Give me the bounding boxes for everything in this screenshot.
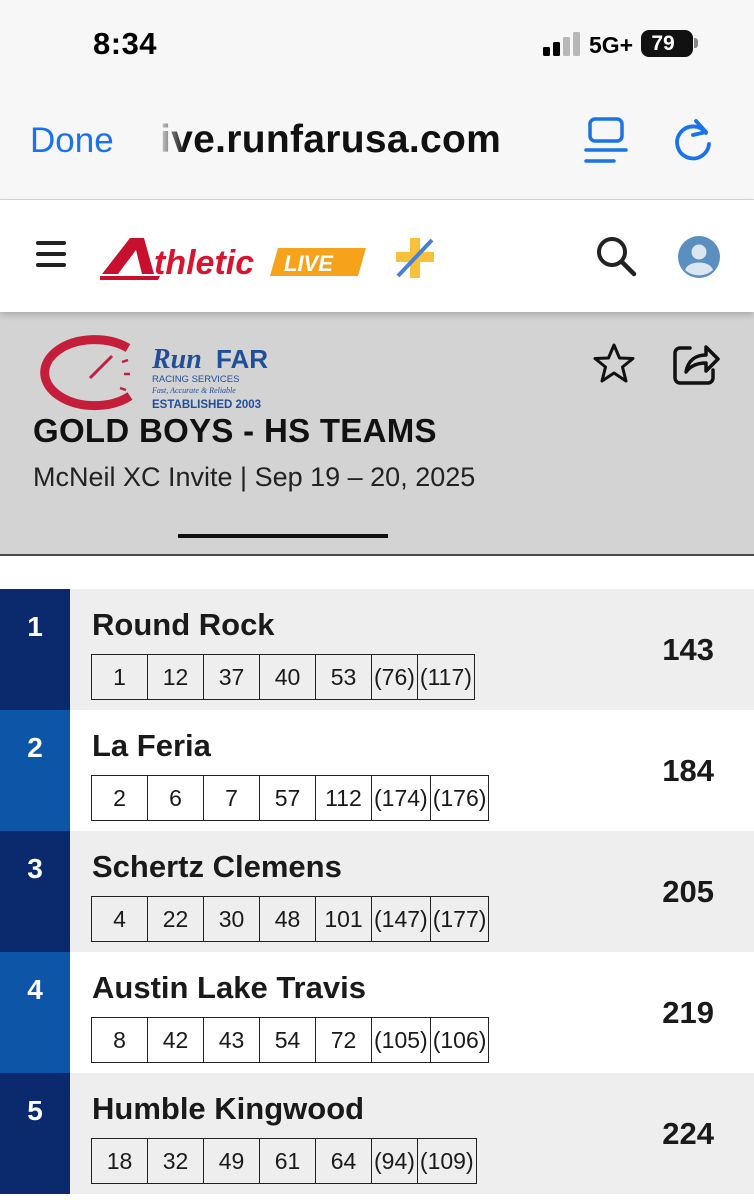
scorer-place: 57 <box>260 776 316 820</box>
team-scorers: 1 12 37 40 53 (76) (117) <box>91 654 475 700</box>
scorer-place: (176) <box>432 785 487 811</box>
scorer-place: 4 <box>92 897 148 941</box>
runfar-motto: Fast, Accurate & Reliable <box>151 386 236 395</box>
team-scorers: 8 42 43 54 72 (105) (106) <box>91 1017 490 1063</box>
logo-wordmark: thletic <box>154 244 254 282</box>
scorer-place: 64 <box>316 1139 372 1183</box>
network-type: 5G+ <box>589 32 634 58</box>
team-rank: 5 <box>0 1073 70 1194</box>
team-rank: 3 <box>0 831 70 952</box>
scorer-place: 8 <box>92 1018 148 1062</box>
team-rank: 2 <box>0 710 70 831</box>
tab-indicator <box>178 534 388 538</box>
scorer-place: 7 <box>204 776 260 820</box>
battery-nub <box>694 38 698 48</box>
team-name[interactable]: Austin Lake Travis <box>92 970 366 1006</box>
scorer-place: 72 <box>316 1018 372 1062</box>
scorer-place: 53 <box>316 655 372 699</box>
scorer-place: (117) <box>419 664 472 690</box>
team-name[interactable]: Schertz Clemens <box>92 849 342 885</box>
team-score: 205 <box>662 874 714 909</box>
browser-toolbar: Done ive.runfarusa.com <box>0 88 754 200</box>
team-scorers: 4 22 30 48 101 (147) (177) <box>91 896 490 942</box>
reload-icon[interactable] <box>670 118 716 164</box>
scorer-place: 49 <box>204 1139 260 1183</box>
runfar-established: ESTABLISHED 2003 <box>152 399 261 411</box>
team-scorers: 2 6 7 57 112 (174) (176) <box>91 775 490 821</box>
scorer-place: 48 <box>260 897 316 941</box>
scorer-place: 22 <box>148 897 204 941</box>
team-rank: 1 <box>0 589 70 710</box>
team-row[interactable]: 1 Round Rock 1 12 37 40 53 (76) (117) 143 <box>0 589 754 710</box>
scorer-place: 101 <box>316 897 372 941</box>
meet-subtitle: McNeil XC Invite | Sep 19 – 20, 2025 <box>33 462 476 492</box>
cellular-signal-icon <box>543 32 583 56</box>
athletic-live-logo[interactable]: thletic LIVE <box>100 232 370 282</box>
scorer-place: 54 <box>260 1018 316 1062</box>
scorer-place: (105) <box>372 1018 431 1062</box>
scorer-place: 37 <box>204 655 260 699</box>
team-scorers: 18 32 49 61 64 (94) (109) <box>91 1138 477 1184</box>
team-results-list: 1 Round Rock 1 12 37 40 53 (76) (117) 143 2 La Feri… <box>0 589 754 1194</box>
scorer-place: (174) <box>372 776 431 820</box>
battery-icon: 79 <box>641 30 693 57</box>
url-address[interactable]: ive.runfarusa.com <box>160 118 501 162</box>
team-row[interactable]: 5 Humble Kingwood 18 32 49 61 64 (94) (109) 224 <box>0 1073 754 1194</box>
scorer-place: 1 <box>92 655 148 699</box>
meet-banner: Run FAR RACING SERVICES Fast, Accurate &… <box>0 312 754 556</box>
scorer-place: 18 <box>92 1139 148 1183</box>
scorer-place: (94) <box>372 1139 418 1183</box>
scorer-place: (106) <box>432 1027 487 1053</box>
user-avatar-icon[interactable] <box>678 236 720 278</box>
scorer-place: 43 <box>204 1018 260 1062</box>
star-icon[interactable] <box>592 342 636 386</box>
scorer-place: 6 <box>148 776 204 820</box>
runfar-run: Run <box>151 344 202 375</box>
scorer-place: (76) <box>372 655 418 699</box>
team-row[interactable]: 2 La Feria 2 6 7 57 112 (174) (176) 184 <box>0 710 754 831</box>
team-rank: 4 <box>0 952 70 1073</box>
status-time: 8:34 <box>93 26 158 61</box>
scorer-place: 42 <box>148 1018 204 1062</box>
scorer-place: 32 <box>148 1139 204 1183</box>
done-button[interactable]: Done <box>30 121 114 161</box>
scorer-place: 2 <box>92 776 148 820</box>
team-score: 224 <box>662 1116 714 1151</box>
battery-level: 79 <box>651 32 675 55</box>
scorer-place: (177) <box>432 906 487 932</box>
runfar-tagline: RACING SERVICES <box>152 374 239 385</box>
team-row[interactable]: 3 Schertz Clemens 4 22 30 48 101 (147) (177) 205 <box>0 831 754 952</box>
event-title: GOLD BOYS - HS TEAMS <box>33 412 437 449</box>
scorer-place: (147) <box>372 897 431 941</box>
scorer-place: (109) <box>419 1148 474 1174</box>
team-score: 143 <box>662 632 714 667</box>
logo-live-badge: LIVE <box>284 251 334 276</box>
team-score: 184 <box>662 753 714 788</box>
search-icon[interactable] <box>595 235 637 277</box>
runfar-far: FAR <box>216 344 268 374</box>
plus-icon[interactable] <box>392 236 438 280</box>
scorer-place: 30 <box>204 897 260 941</box>
url-fade <box>155 113 185 173</box>
team-name[interactable]: La Feria <box>92 728 211 764</box>
team-score: 219 <box>662 995 714 1030</box>
team-name[interactable]: Humble Kingwood <box>92 1091 364 1127</box>
hamburger-menu-icon[interactable] <box>36 241 66 267</box>
scorer-place: 12 <box>148 655 204 699</box>
team-name[interactable]: Round Rock <box>92 607 275 643</box>
scorer-place: 61 <box>260 1139 316 1183</box>
site-header: thletic LIVE <box>0 200 754 312</box>
scorer-place: 112 <box>316 776 372 820</box>
status-bar: 8:34 5G+ 79 <box>0 0 754 88</box>
scorer-place: 40 <box>260 655 316 699</box>
share-icon[interactable] <box>672 340 720 386</box>
reader-view-icon[interactable] <box>584 116 628 166</box>
team-row[interactable]: 4 Austin Lake Travis 8 42 43 54 72 (105) (106) 21… <box>0 952 754 1073</box>
runfar-logo: Run FAR RACING SERVICES Fast, Accurate &… <box>40 335 268 411</box>
